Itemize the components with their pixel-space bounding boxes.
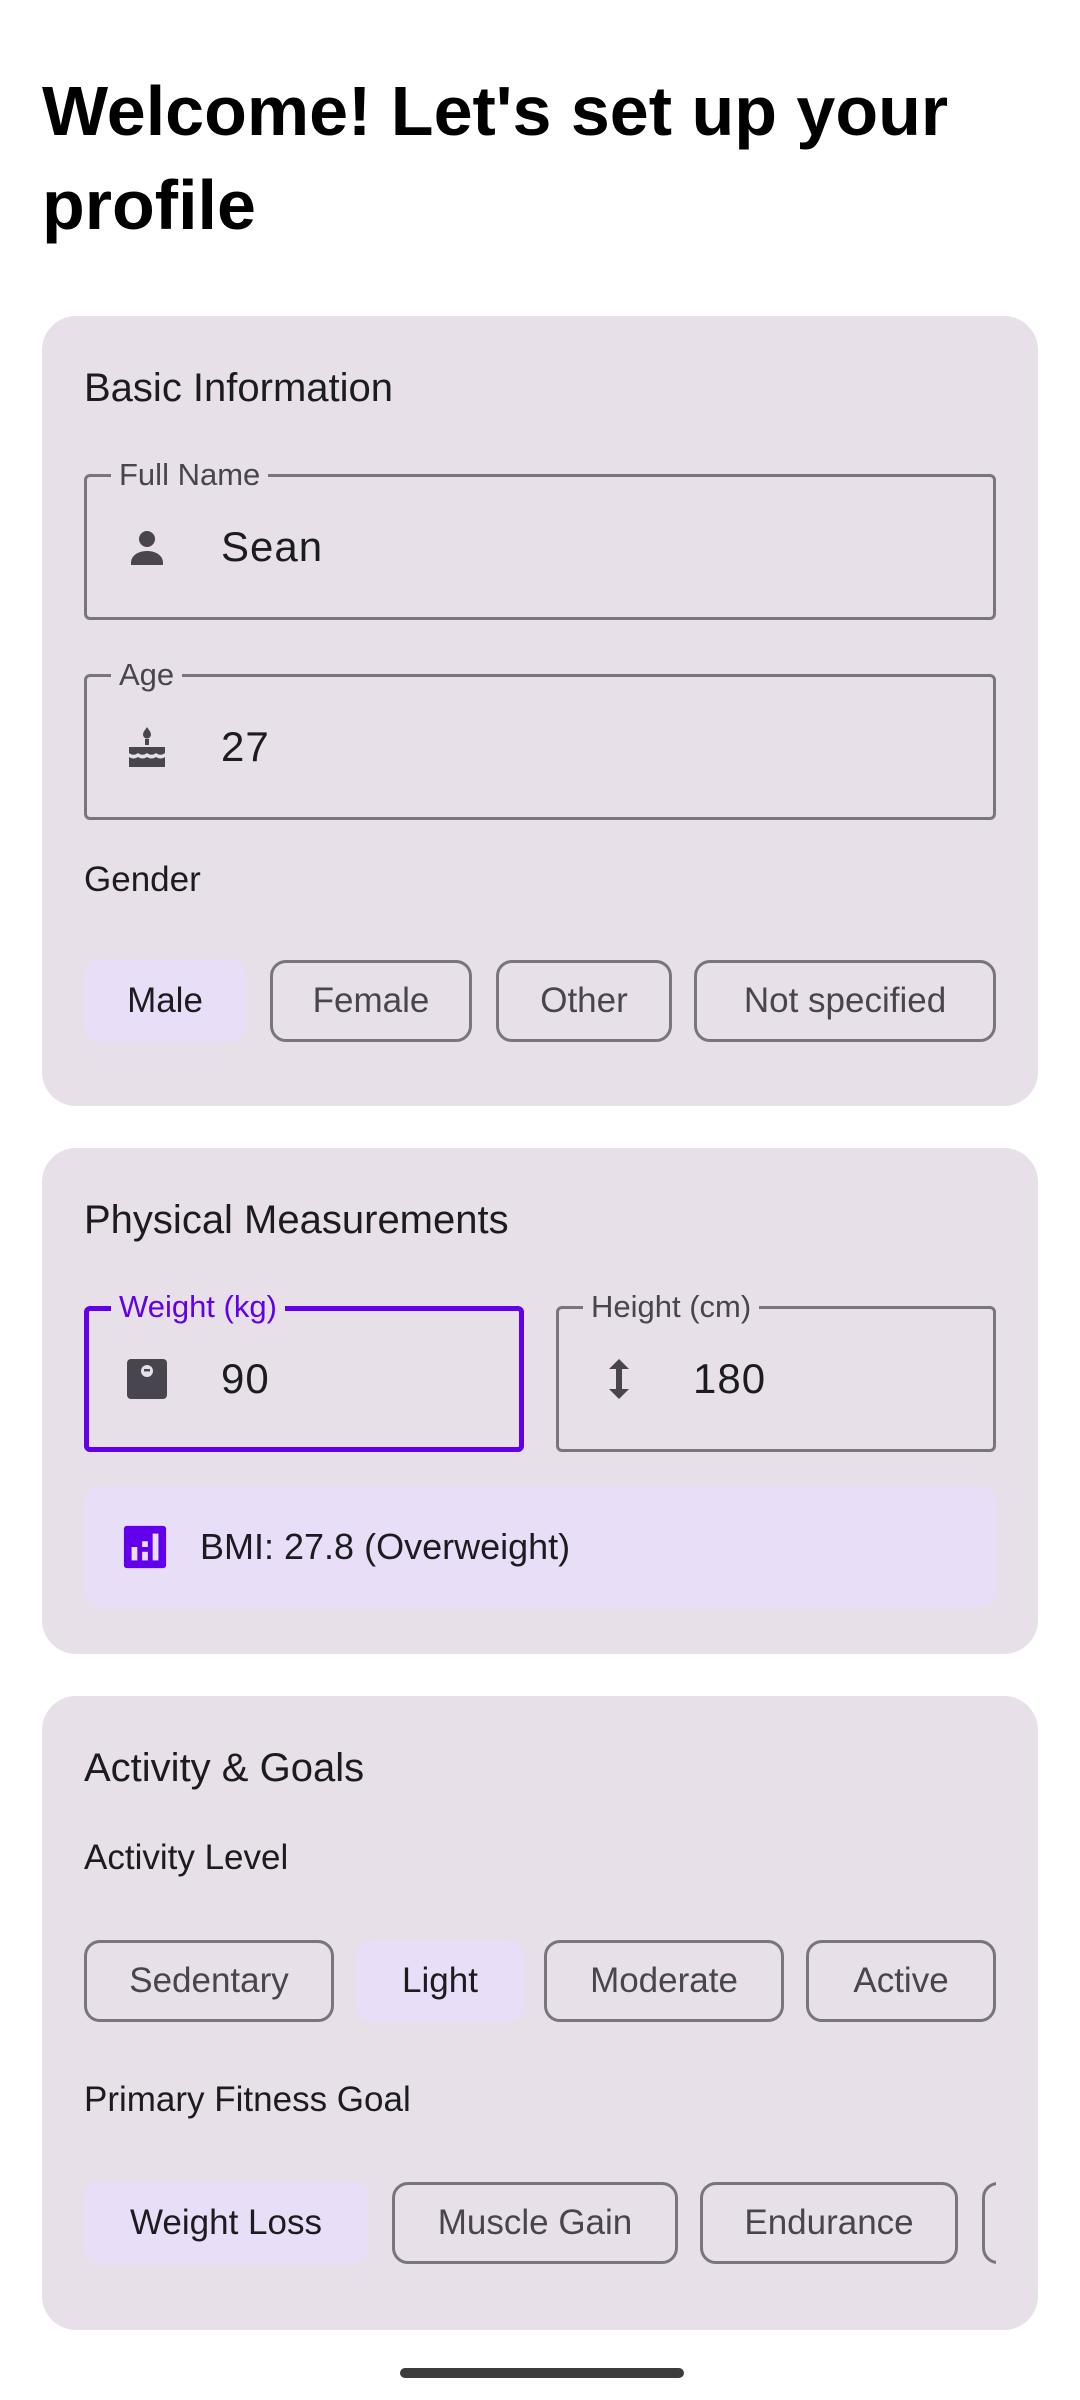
goal-chip-weight-loss[interactable]: Weight Loss <box>84 2182 368 2264</box>
chip-label: Weight Loss <box>130 2203 322 2242</box>
bmi-result: BMI: 27.8 (Overweight) <box>84 1486 996 1608</box>
goal-chip-endurance[interactable]: Endurance <box>700 2182 958 2264</box>
bmi-text: BMI: 27.8 (Overweight) <box>200 1526 571 1567</box>
person-icon <box>131 531 163 565</box>
fitness-goal-label: Primary Fitness Goal <box>84 2080 411 2119</box>
chip-label: Female <box>312 981 430 1020</box>
cake-icon <box>129 727 165 767</box>
gender-label: Gender <box>84 860 201 899</box>
home-indicator[interactable] <box>400 2368 684 2378</box>
activity-chip-sedentary[interactable]: Sedentary <box>84 1940 334 2022</box>
chip-label: Moderate <box>590 1961 738 2000</box>
physical-measurements-heading: Physical Measurements <box>84 1198 509 1242</box>
height-input[interactable]: 180 <box>693 1355 766 1403</box>
chip-label: Sedentary <box>129 1961 289 2000</box>
physical-measurements-card: Physical Measurements Weight (kg) 90 Hei… <box>42 1148 1038 1654</box>
weight-field[interactable]: Weight (kg) 90 <box>84 1289 524 1452</box>
full-name-input[interactable]: Sean <box>221 523 323 571</box>
bmi-chart-icon <box>123 1525 167 1569</box>
goal-chip-muscle-gain[interactable]: Muscle Gain <box>392 2182 678 2264</box>
age-field[interactable]: Age 27 <box>84 657 996 820</box>
activity-chip-moderate[interactable]: Moderate <box>544 1940 784 2022</box>
gender-chip-male[interactable]: Male <box>84 960 246 1042</box>
activity-chip-active[interactable]: Active <box>806 1940 996 2022</box>
page-title: Welcome! Let's set up your profile <box>42 72 949 244</box>
height-field[interactable]: Height (cm) 180 <box>556 1289 996 1452</box>
chip-label: Other <box>540 981 628 1020</box>
age-label: Age <box>111 657 183 693</box>
fitness-goal-chip-row[interactable]: Weight Loss Muscle Gain Endurance <box>84 2182 996 2266</box>
height-label: Height (cm) <box>583 1289 760 1325</box>
chip-label: Endurance <box>744 2203 914 2242</box>
activity-chip-light[interactable]: Light <box>356 1940 524 2022</box>
chip-label: Light <box>402 1961 478 2000</box>
full-name-label: Full Name <box>111 457 269 493</box>
weight-label: Weight (kg) <box>111 1289 285 1325</box>
gender-chip-female[interactable]: Female <box>270 960 472 1042</box>
goal-chip-partial[interactable] <box>982 2182 996 2264</box>
full-name-field[interactable]: Full Name Sean <box>84 457 996 620</box>
basic-information-card: Basic Information Full Name Sean Age 27 … <box>42 316 1038 1106</box>
age-input[interactable]: 27 <box>221 723 270 771</box>
gender-chip-other[interactable]: Other <box>496 960 672 1042</box>
chip-label: Muscle Gain <box>437 2203 633 2242</box>
activity-goals-heading: Activity & Goals <box>84 1746 365 1790</box>
height-icon <box>609 1359 629 1399</box>
chip-label: Male <box>127 981 203 1020</box>
activity-level-label: Activity Level <box>84 1838 289 1877</box>
basic-information-heading: Basic Information <box>84 366 394 410</box>
activity-goals-card: Activity & Goals Activity Level Sedentar… <box>42 1696 1038 2330</box>
chip-label: Active <box>853 1961 949 2000</box>
gender-chip-not-specified[interactable]: Not specified <box>694 960 996 1042</box>
scale-icon <box>127 1359 167 1399</box>
chip-label: Not specified <box>743 981 947 1020</box>
weight-input[interactable]: 90 <box>221 1355 270 1403</box>
